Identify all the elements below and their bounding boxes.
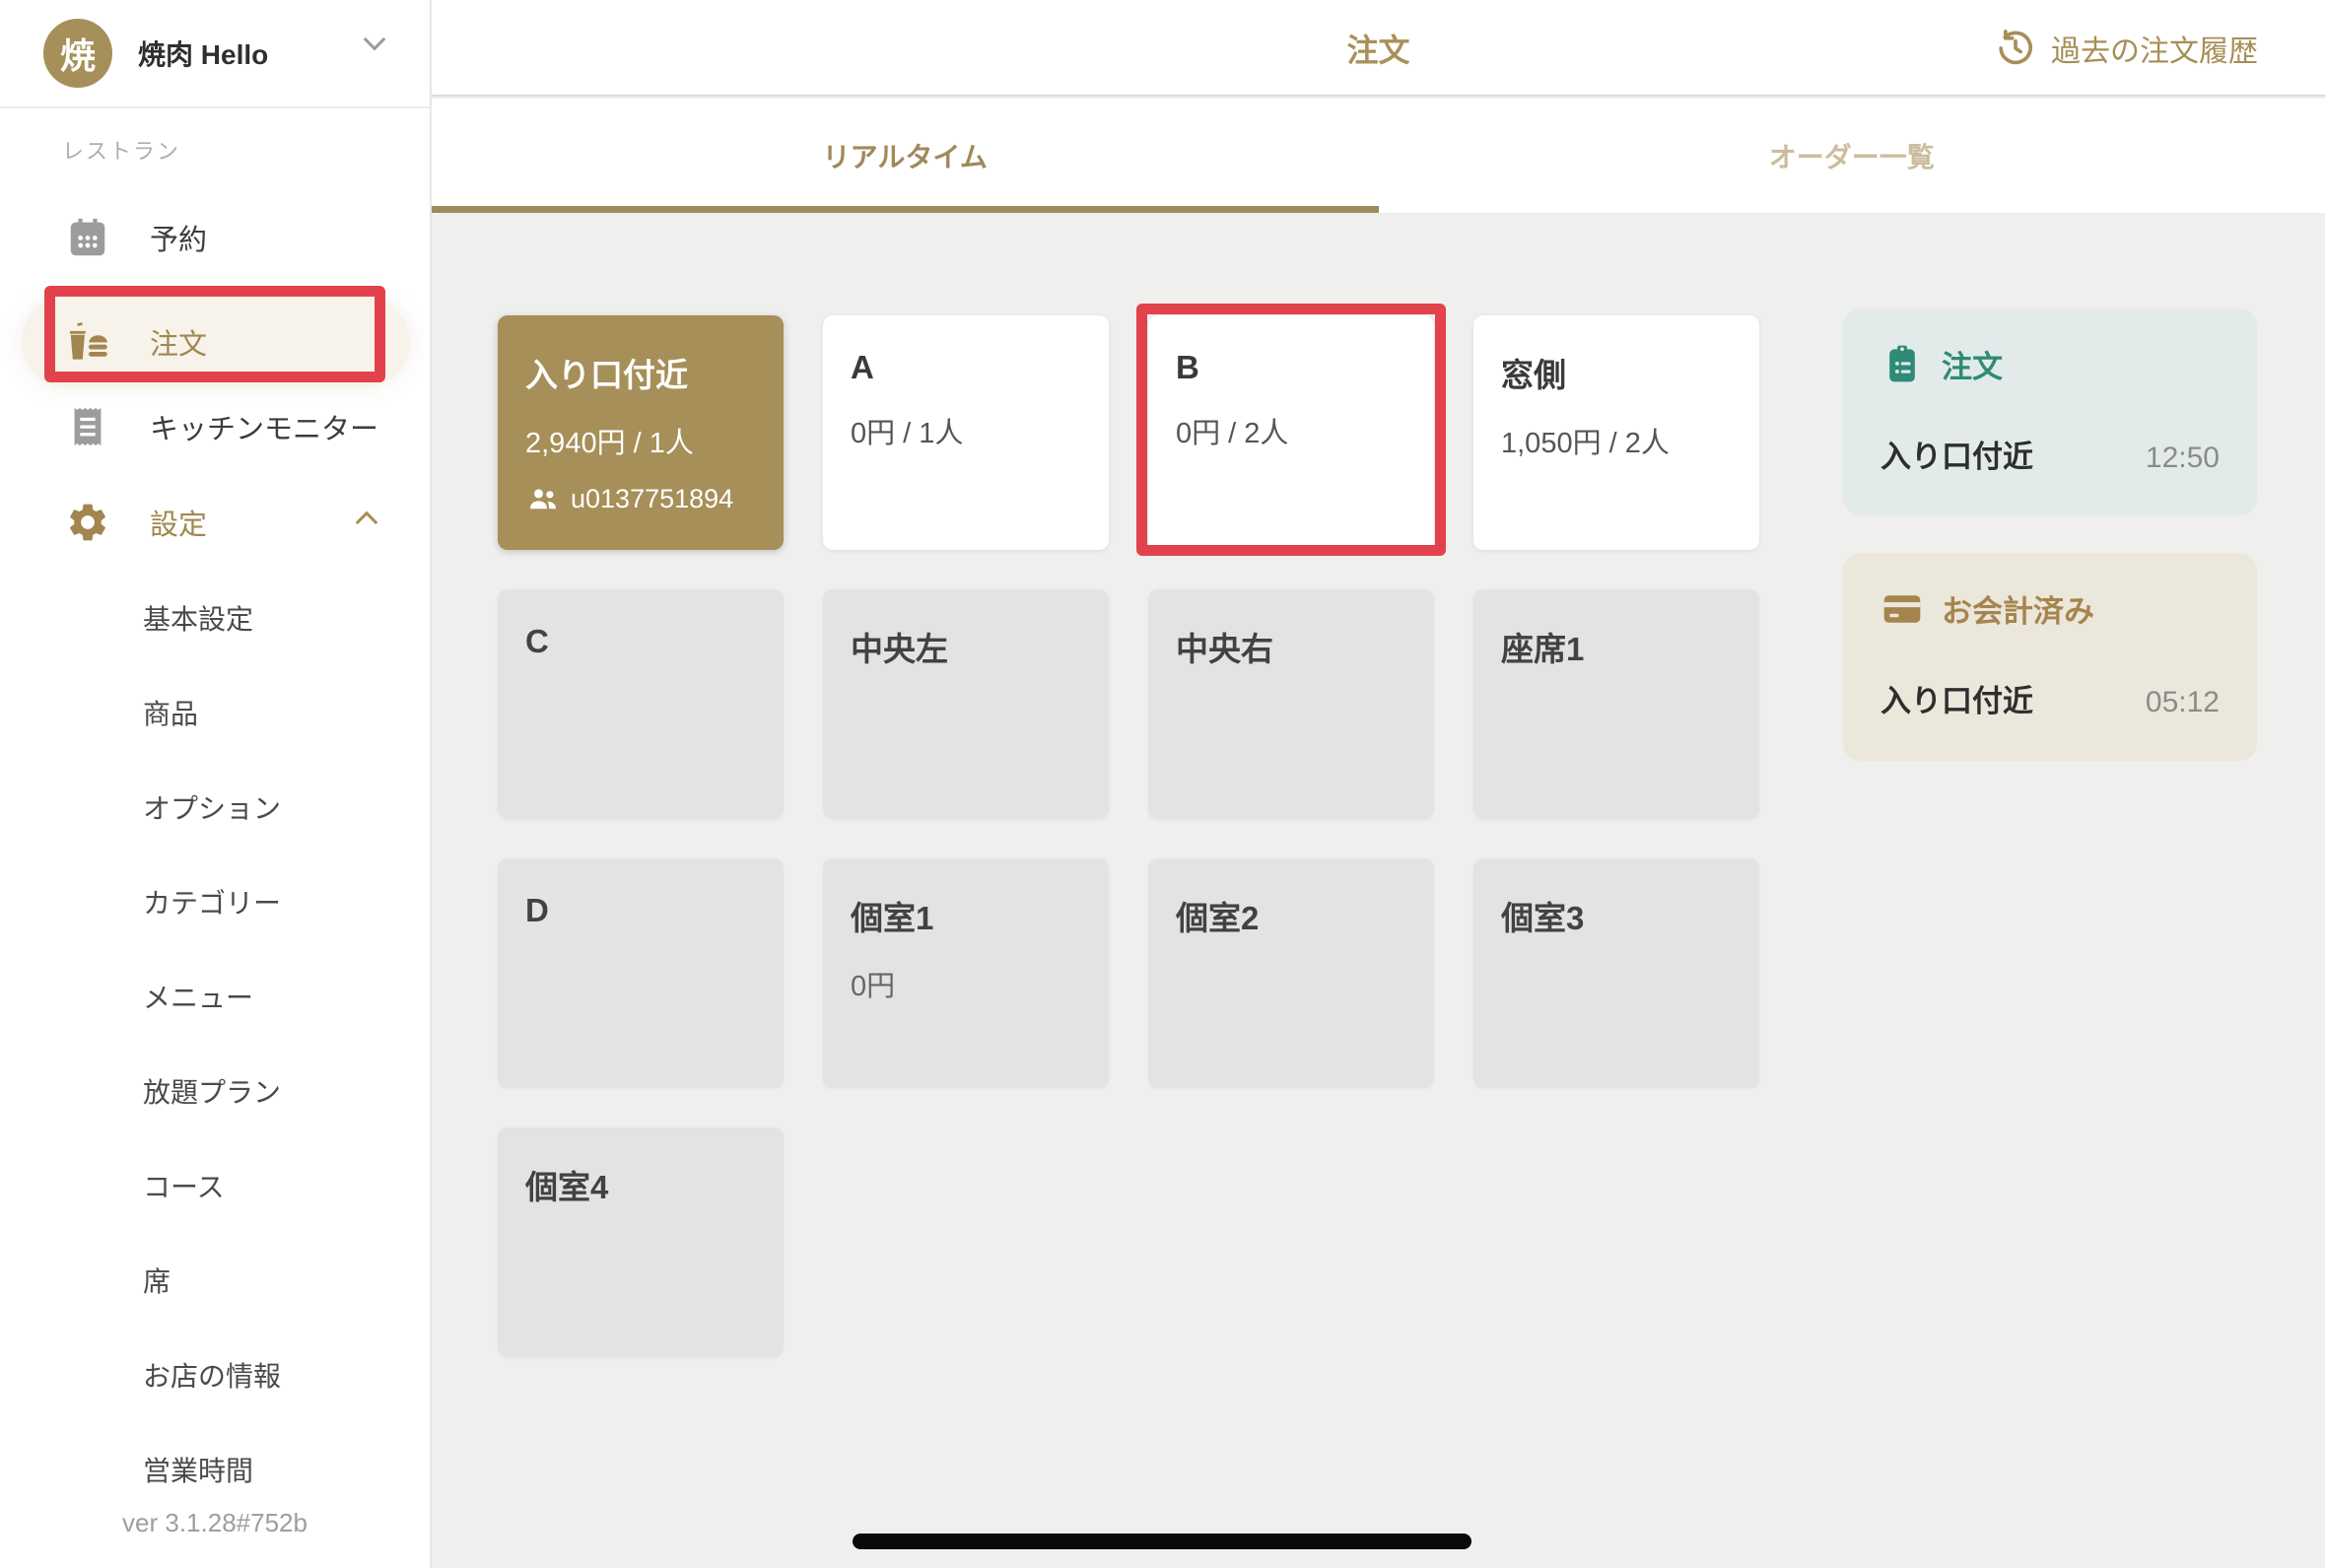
table-card[interactable]: C (498, 589, 784, 819)
sidebar-item-label: 予約 (150, 217, 207, 258)
sidebar-subitem-basic-settings[interactable]: 基本設定 (0, 571, 430, 665)
sidebar-item-label: 注文 (150, 321, 207, 363)
table-card[interactable]: 個室2 (1148, 858, 1434, 1088)
sidebar-item-reservations[interactable]: 予約 (0, 190, 430, 285)
store-selector[interactable]: 焼 焼肉 Hello (0, 0, 430, 108)
table-card[interactable]: D (498, 858, 784, 1088)
table-card[interactable]: 入り口付近 2,940円 / 1人 u0137751894 (498, 315, 784, 550)
table-card[interactable]: 個室4 (498, 1127, 784, 1357)
notification-row: 入り口付近 05:12 (1881, 676, 2220, 720)
table-name: 個室1 (851, 892, 1081, 939)
past-order-history-button[interactable]: 過去の注文履歴 (1996, 0, 2258, 97)
table-name: 個室4 (525, 1161, 756, 1208)
sidebar-subitem-course[interactable]: コース (0, 1138, 430, 1233)
table-card[interactable]: 個室1 0円 (823, 858, 1109, 1088)
calendar-icon (65, 215, 110, 260)
table-name: 入り口付近 (525, 349, 756, 396)
table-user: u0137751894 (525, 481, 756, 516)
table-card[interactable]: B 0円 / 2人 (1148, 315, 1434, 550)
table-card[interactable]: 窓側 1,050円 / 2人 (1473, 315, 1759, 550)
sidebar-subitem-options[interactable]: オプション (0, 760, 430, 854)
notification-header: お会計済み (1881, 586, 2220, 631)
sidebar-subitem-all-you-can-eat-plan[interactable]: 放題プラン (0, 1044, 430, 1138)
notification-card-paid[interactable]: お会計済み 入り口付近 05:12 (1843, 553, 2257, 761)
notification-time: 05:12 (2146, 686, 2220, 719)
table-name: D (525, 892, 756, 929)
sidebar-subitem-store-info[interactable]: お店の情報 (0, 1328, 430, 1422)
table-name: 座席1 (1501, 623, 1732, 670)
tab-order-list[interactable]: オーダー一覧 (1379, 99, 2325, 213)
credit-card-icon (1881, 587, 1924, 631)
sidebar-subitem-menu[interactable]: メニュー (0, 949, 430, 1044)
table-price: 0円 / 1人 (851, 410, 1081, 451)
sidebar-item-label: キッチンモニター (150, 406, 378, 447)
notification-title: お会計済み (1942, 586, 2094, 631)
chevron-up-icon (356, 511, 378, 534)
sidebar-item-settings[interactable]: 設定 (0, 475, 430, 570)
sidebar-item-label: 設定 (150, 502, 207, 543)
order-management-app: 焼 焼肉 Hello レストラン 予約 注文 キッチンモニター 設定 基本設定 … (0, 0, 2325, 1568)
people-icon (525, 481, 561, 516)
sidebar-subitem-categories[interactable]: カテゴリー (0, 854, 430, 949)
table-name: 中央左 (851, 623, 1081, 670)
table-name: 中央右 (1176, 623, 1406, 670)
header: 注文 過去の注文履歴 (432, 0, 2325, 97)
table-name: 窓側 (1501, 349, 1732, 396)
history-icon (1996, 29, 2035, 68)
sidebar: 焼 焼肉 Hello レストラン 予約 注文 キッチンモニター 設定 基本設定 … (0, 0, 432, 1568)
table-card[interactable]: 座席1 (1473, 589, 1759, 819)
table-name: C (525, 623, 756, 660)
table-card[interactable]: 中央右 (1148, 589, 1434, 819)
table-user-id: u0137751894 (571, 484, 733, 514)
sidebar-subitem-business-hours[interactable]: 営業時間 (0, 1422, 430, 1517)
table-price: 0円 (851, 963, 1081, 1004)
table-card[interactable]: A 0円 / 1人 (823, 315, 1109, 550)
table-price: 2,940円 / 1人 (525, 420, 756, 461)
app-version: ver 3.1.28#752b (0, 1508, 430, 1538)
table-name: B (1176, 349, 1406, 386)
table-card[interactable]: 個室3 (1473, 858, 1759, 1088)
table-price: 1,050円 / 2人 (1501, 420, 1732, 461)
settings-submenu: 基本設定 商品 オプション カテゴリー メニュー 放題プラン コース 席 お店の… (0, 571, 430, 1517)
table-name: 個室3 (1501, 892, 1732, 939)
table-name: 個室2 (1176, 892, 1406, 939)
sidebar-item-kitchen-monitor[interactable]: キッチンモニター (0, 379, 430, 474)
sidebar-item-orders[interactable]: 注文 (22, 297, 410, 387)
gear-icon (65, 500, 110, 545)
notification-row: 入り口付近 12:50 (1881, 432, 2220, 476)
sidebar-section-label: レストラン (62, 134, 180, 166)
table-grid: 入り口付近 2,940円 / 1人 u0137751894 A 0円 / 1人 … (498, 315, 1759, 1357)
sidebar-subitem-products[interactable]: 商品 (0, 665, 430, 760)
past-order-history-label: 過去の注文履歴 (2051, 27, 2258, 70)
table-name: A (851, 349, 1081, 386)
home-indicator[interactable] (853, 1534, 1471, 1549)
table-price: 0円 / 2人 (1176, 410, 1406, 451)
clipboard-icon (1881, 343, 1924, 386)
store-name: 焼肉 Hello (138, 34, 268, 73)
sidebar-subitem-seats[interactable]: 席 (0, 1233, 430, 1328)
notification-card-order[interactable]: 注文 入り口付近 12:50 (1843, 308, 2257, 515)
store-logo: 焼 (43, 19, 112, 88)
notification-time: 12:50 (2146, 442, 2220, 475)
notification-title: 注文 (1942, 342, 2003, 386)
tab-realtime[interactable]: リアルタイム (432, 99, 1379, 213)
chevron-down-icon (364, 29, 386, 51)
table-status-content: 入り口付近 2,940円 / 1人 u0137751894 A 0円 / 1人 … (432, 213, 2325, 1568)
notification-table-name: 入り口付近 (1881, 432, 2033, 476)
receipt-icon (65, 404, 110, 449)
notification-table-name: 入り口付近 (1881, 676, 2033, 720)
fastfood-icon (65, 319, 110, 365)
tab-bar: リアルタイム オーダー一覧 (432, 99, 2325, 213)
table-card[interactable]: 中央左 (823, 589, 1109, 819)
notification-header: 注文 (1881, 342, 2220, 386)
